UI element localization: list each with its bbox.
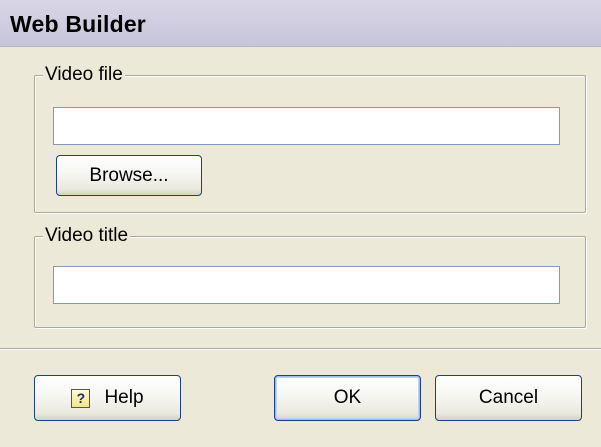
browse-button[interactable]: Browse... xyxy=(56,155,202,196)
cancel-button-label: Cancel xyxy=(478,387,539,408)
dialog-title: Web Builder xyxy=(10,11,146,37)
web-builder-dialog: Web Builder Video file Browse... Video t… xyxy=(0,0,601,447)
video-title-input[interactable] xyxy=(53,266,560,304)
cancel-button[interactable]: Cancel xyxy=(435,375,582,421)
video-title-group-label: Video title xyxy=(43,225,131,247)
help-button[interactable]: ? Help xyxy=(34,375,181,421)
browse-button-label: Browse... xyxy=(89,164,169,186)
footer-separator xyxy=(0,348,601,350)
title-bar: Web Builder xyxy=(0,0,601,47)
video-file-input[interactable] xyxy=(53,107,560,145)
ok-button[interactable]: OK xyxy=(274,375,421,421)
help-button-label: Help xyxy=(104,387,144,408)
ok-button-label: OK xyxy=(333,387,362,408)
video-file-group-label: Video file xyxy=(43,64,125,86)
help-icon: ? xyxy=(71,388,91,408)
